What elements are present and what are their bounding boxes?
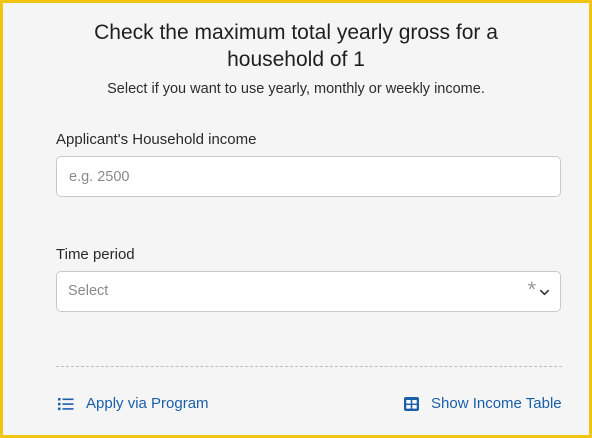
household-income-label: Applicant's Household income <box>56 131 257 148</box>
time-period-select[interactable]: Select * <box>56 271 561 312</box>
time-period-placeholder: Select <box>68 283 109 299</box>
list-icon <box>58 397 74 410</box>
household-income-field[interactable] <box>56 156 561 197</box>
show-income-table-label: Show Income Table <box>431 395 562 412</box>
time-period-label: Time period <box>56 246 135 263</box>
show-income-table-link[interactable]: Show Income Table <box>404 395 562 412</box>
apply-via-program-link[interactable]: Apply via Program <box>58 395 209 412</box>
household-income-input[interactable] <box>57 157 560 196</box>
table-icon <box>404 396 419 411</box>
page-title: Check the maximum total yearly gross for… <box>94 21 498 71</box>
chevron-down-icon[interactable] <box>539 287 550 298</box>
footer-divider <box>56 366 562 367</box>
apply-via-program-label: Apply via Program <box>86 395 209 412</box>
income-check-card: Check the maximum total yearly gross for… <box>0 0 592 438</box>
page-subtitle: Select if you want to use yearly, monthl… <box>107 81 485 97</box>
required-asterisk-icon: * <box>527 277 536 302</box>
